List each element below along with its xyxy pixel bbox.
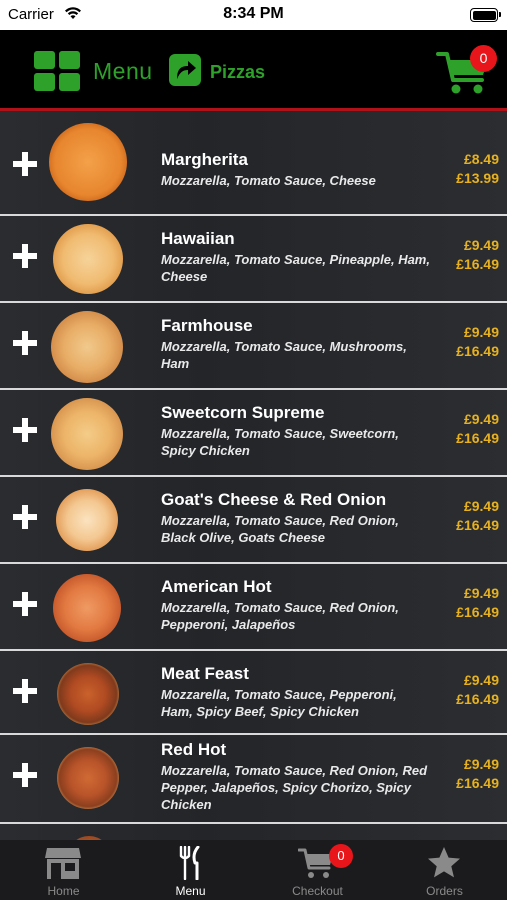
- price-large: £16.49: [456, 604, 499, 620]
- list-item[interactable]: Sweetcorn Supreme Mozzarella, Tomato Sau…: [0, 390, 507, 477]
- item-name: Meat Feast: [161, 664, 249, 683]
- cutlery-icon: [179, 846, 200, 880]
- item-name: Margherita: [161, 150, 248, 169]
- price-large: £16.49: [456, 430, 499, 446]
- pizza-image: [49, 123, 127, 201]
- section-title: Pizzas: [210, 62, 266, 82]
- tab-orders-label: Orders: [426, 884, 463, 898]
- price-small: £9.49: [463, 411, 499, 427]
- price-large: £16.49: [456, 343, 499, 359]
- bottom-tab-bar: Home Menu 0 Checkout Orders: [0, 840, 507, 900]
- add-icon[interactable]: [13, 244, 37, 268]
- add-icon[interactable]: [13, 679, 37, 703]
- item-name: Hawaiian: [161, 229, 235, 248]
- price-small: £9.49: [463, 498, 499, 514]
- item-description: Mozzarella, Tomato Sauce, Red Onion, Bla…: [161, 513, 399, 545]
- price-large: £16.49: [456, 691, 499, 707]
- item-description: Mozzarella, Tomato Sauce, Red Onion, Red…: [161, 763, 428, 812]
- add-icon[interactable]: [13, 763, 37, 787]
- item-description: Mozzarella, Tomato Sauce, Pineapple, Ham…: [161, 252, 430, 284]
- tab-home[interactable]: Home: [0, 840, 127, 900]
- price-large: £13.99: [456, 170, 499, 186]
- pizza-image: [57, 663, 119, 725]
- tab-menu-label: Menu: [175, 884, 206, 898]
- item-description: Mozzarella, Tomato Sauce, Pepperoni, Ham…: [161, 687, 397, 719]
- tab-checkout-label: Checkout: [292, 884, 343, 898]
- item-name: Goat's Cheese & Red Onion: [161, 490, 387, 509]
- pizza-image: [51, 398, 123, 470]
- tab-checkout[interactable]: 0 Checkout: [254, 840, 381, 900]
- item-description: Mozzarella, Tomato Sauce, Sweetcorn, Spi…: [161, 426, 399, 458]
- price-large: £16.49: [456, 517, 499, 533]
- pizza-image: [53, 224, 123, 294]
- item-description: Mozzarella, Tomato Sauce, Cheese: [161, 173, 376, 188]
- price-small: £9.49: [463, 237, 499, 253]
- list-item[interactable]: Goat's Cheese & Red Onion Mozzarella, To…: [0, 477, 507, 564]
- pizza-image: [56, 489, 118, 551]
- tab-home-label: Home: [47, 884, 80, 898]
- price-small: £9.49: [463, 756, 499, 772]
- list-item[interactable]: Red Hot Mozzarella, Tomato Sauce, Red On…: [0, 735, 507, 824]
- price-large: £16.49: [456, 256, 499, 272]
- checkout-badge: 0: [329, 844, 353, 868]
- item-description: Mozzarella, Tomato Sauce, Mushrooms, Ham: [161, 339, 407, 371]
- store-icon: [45, 848, 81, 879]
- item-description: Mozzarella, Tomato Sauce, Red Onion, Pep…: [161, 600, 399, 632]
- add-icon[interactable]: [13, 592, 37, 616]
- item-name: Sweetcorn Supreme: [161, 403, 325, 422]
- add-icon[interactable]: [13, 152, 37, 176]
- forward-arrow-icon: [169, 54, 201, 86]
- price-small: £9.49: [463, 585, 499, 601]
- add-icon[interactable]: [13, 418, 37, 442]
- star-icon: [428, 847, 460, 878]
- list-item[interactable]: Margherita Mozzarella, Tomato Sauce, Che…: [0, 111, 507, 216]
- pizza-image: [51, 311, 123, 383]
- pizza-image: [53, 574, 121, 642]
- pizza-image: [57, 747, 119, 809]
- pizza-list[interactable]: Margherita Mozzarella, Tomato Sauce, Che…: [0, 111, 507, 840]
- price-small: £9.49: [463, 324, 499, 340]
- price-large: £16.49: [456, 775, 499, 791]
- top-navbar: Menu Pizzas 0: [0, 30, 507, 110]
- add-icon[interactable]: [13, 331, 37, 355]
- battery-icon: [470, 8, 501, 22]
- list-item[interactable]: Meat Feast Mozzarella, Tomato Sauce, Pep…: [0, 651, 507, 735]
- status-bar: Carrier 8:34 PM: [0, 0, 507, 30]
- item-name: Farmhouse: [161, 316, 253, 335]
- price-small: £9.49: [463, 672, 499, 688]
- tab-orders[interactable]: Orders: [381, 840, 507, 900]
- clock: 8:34 PM: [223, 5, 284, 22]
- grid-menu-icon[interactable]: [34, 51, 81, 91]
- price-small: £8.49: [463, 151, 499, 167]
- list-item[interactable]: American Hot Mozzarella, Tomato Sauce, R…: [0, 564, 507, 651]
- list-item[interactable]: Farmhouse Mozzarella, Tomato Sauce, Mush…: [0, 303, 507, 390]
- menu-title[interactable]: Menu: [93, 58, 153, 85]
- item-name: Red Hot: [161, 740, 227, 759]
- tab-menu[interactable]: Menu: [127, 840, 254, 900]
- add-icon[interactable]: [13, 505, 37, 529]
- list-item[interactable]: Hawaiian Mozzarella, Tomato Sauce, Pinea…: [0, 216, 507, 303]
- item-name: American Hot: [161, 577, 272, 596]
- list-item-partial[interactable]: [0, 824, 507, 840]
- cart-count-badge: 0: [470, 45, 497, 72]
